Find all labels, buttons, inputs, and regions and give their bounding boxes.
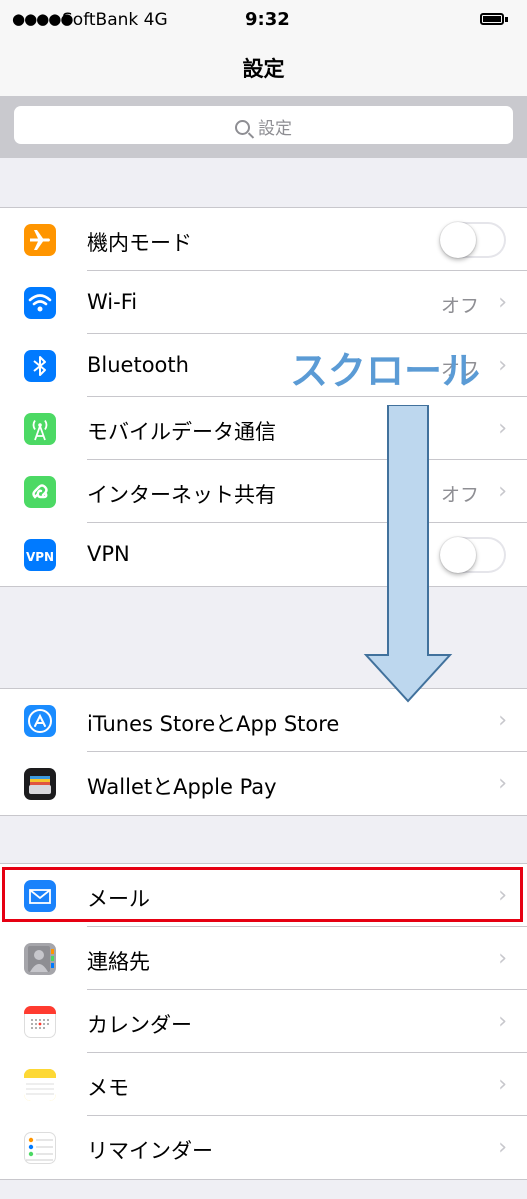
settings-row-label: メモ <box>87 1076 129 1100</box>
reminders-icon <box>24 1132 56 1164</box>
toggle-switch[interactable] <box>440 222 506 258</box>
app-store-icon <box>24 705 56 737</box>
settings-row-label: 機内モード <box>87 231 192 255</box>
settings-row-label: モバイルデータ通信 <box>87 420 276 444</box>
settings-row[interactable]: WalletとApple Pay › <box>0 752 527 815</box>
chevron-right-icon: › <box>498 1072 507 1097</box>
settings-row[interactable]: メモ › <box>0 1053 527 1116</box>
settings-row-label: Wi-Fi <box>87 290 138 314</box>
settings-row[interactable]: リマインダー › <box>0 1116 527 1179</box>
search-placeholder: 設定 <box>14 114 513 139</box>
settings-row[interactable]: カレンダー › <box>0 990 527 1053</box>
chevron-right-icon: › <box>498 290 507 315</box>
mail-row-highlight <box>2 867 523 922</box>
chevron-right-icon: › <box>498 1009 507 1034</box>
settings-row-label: VPN <box>87 542 130 566</box>
settings-row-label: インターネット共有 <box>87 483 276 507</box>
hotspot-icon <box>24 476 56 508</box>
settings-row-label: iTunes StoreとApp Store <box>87 712 340 736</box>
cellular-icon <box>24 413 56 445</box>
chevron-right-icon: › <box>498 479 507 504</box>
settings-row-value: オフ <box>440 295 479 317</box>
settings-row-label: リマインダー <box>87 1139 213 1163</box>
settings-row-label: カレンダー <box>87 1013 192 1037</box>
settings-row-label: 連絡先 <box>87 950 150 974</box>
down-arrow-icon <box>363 405 453 703</box>
page-title: 設定 <box>242 57 285 81</box>
search-bar-container: 設定 <box>0 96 527 158</box>
search-input[interactable]: 設定 <box>14 106 513 144</box>
wallet-icon <box>24 768 56 800</box>
chevron-right-icon: › <box>498 946 507 971</box>
wifi-icon <box>24 287 56 319</box>
settings-row[interactable]: Wi-Fi オフ › <box>0 271 527 334</box>
toggle-knob <box>440 222 476 258</box>
settings-group-store: iTunes StoreとApp Store › WalletとApple Pay › <box>0 688 527 816</box>
contacts-icon <box>24 943 56 975</box>
chevron-right-icon: › <box>498 353 507 378</box>
battery-full-icon <box>480 13 508 25</box>
nav-bar: 設定 <box>0 40 527 96</box>
status-time: 9:32 <box>245 9 290 30</box>
notes-icon <box>24 1069 56 1101</box>
settings-row[interactable]: 機内モード <box>0 208 527 271</box>
vpn-icon: VPN <box>24 539 56 571</box>
carrier-label: SoftBank 4G <box>62 10 168 30</box>
bluetooth-icon <box>24 350 56 382</box>
chevron-right-icon: › <box>498 771 507 796</box>
chevron-right-icon: › <box>498 1135 507 1160</box>
settings-row[interactable]: 連絡先 › <box>0 927 527 990</box>
search-placeholder-text: 設定 <box>258 119 292 139</box>
settings-row-label: Bluetooth <box>87 353 189 377</box>
chevron-right-icon: › <box>498 708 507 733</box>
settings-row-label: WalletとApple Pay <box>87 775 277 799</box>
calendar-icon <box>24 1006 56 1038</box>
chevron-right-icon: › <box>498 416 507 441</box>
status-bar: ●●●●● SoftBank 4G 9:32 <box>0 0 527 40</box>
scroll-annotation: スクロール <box>290 349 481 393</box>
search-icon <box>235 120 250 135</box>
airplane-icon <box>24 224 56 256</box>
